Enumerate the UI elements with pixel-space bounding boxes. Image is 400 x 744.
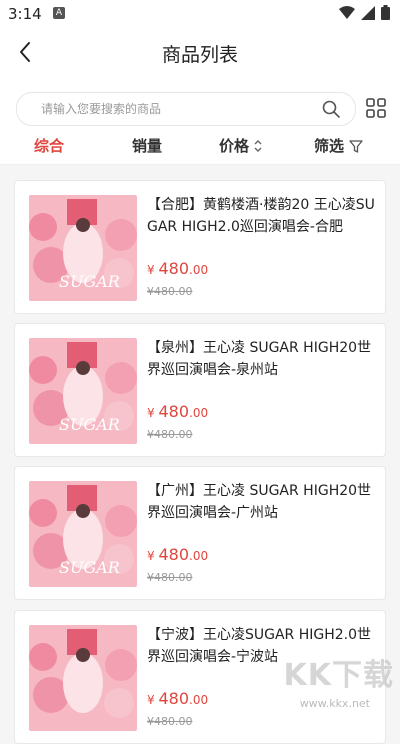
sort-tab-label: 价格 (219, 137, 250, 155)
sort-tab-label: 综合 (34, 137, 65, 155)
price-decimal: .00 (189, 693, 209, 707)
sort-tab-comprehensive[interactable]: 综合 (34, 135, 64, 156)
product-poster-image[interactable]: SUGAR (29, 195, 137, 301)
original-price: ¥480.00 (147, 428, 193, 441)
svg-text:SUGAR: SUGAR (59, 415, 120, 434)
watermark-logo: KK下载 (283, 658, 394, 693)
svg-text:SUGAR: SUGAR (59, 272, 120, 291)
product-title: 【广州】王心凌 SUGAR HIGH20世界巡回演唱会-广州站 (147, 483, 372, 521)
product-price: ¥ 480.00 (147, 545, 208, 564)
wifi-icon (339, 5, 355, 19)
price-symbol: ¥ (147, 263, 155, 277)
search-input[interactable]: 请输入您要搜索的商品 (16, 92, 356, 126)
sort-tab-filter[interactable]: 筛选 (314, 135, 364, 156)
status-bar: 3:14 A (0, 0, 400, 28)
price-symbol: ¥ (147, 406, 155, 420)
top-nav-bar: 商品列表 (0, 28, 400, 80)
product-price: ¥ 480.00 (147, 259, 208, 278)
price-decimal: .00 (189, 263, 209, 277)
price-symbol: ¥ (147, 693, 155, 707)
search-row: 请输入您要搜索的商品 (0, 80, 400, 130)
battery-icon (381, 5, 390, 20)
original-price: ¥480.00 (147, 571, 193, 584)
original-price: ¥480.00 (147, 715, 193, 728)
product-card[interactable]: SUGAR 【合肥】黄鹤楼酒·楼韵20 王心凌SUGAR HIGH2.0巡回演唱… (14, 180, 386, 314)
filter-icon (349, 139, 363, 153)
product-card[interactable]: SUGAR 【泉州】王心凌 SUGAR HIGH20世界巡回演唱会-泉州站 ¥ … (14, 323, 386, 457)
product-poster-image[interactable] (29, 625, 137, 731)
svg-text:SUGAR: SUGAR (59, 558, 120, 577)
grid-view-icon[interactable] (365, 97, 387, 119)
price-decimal: .00 (189, 549, 209, 563)
original-price: ¥480.00 (147, 285, 193, 298)
sort-tab-label: 销量 (132, 137, 163, 155)
price-integer: 480 (158, 259, 190, 278)
app-notification-icon: A (53, 7, 65, 19)
product-card[interactable]: SUGAR 【广州】王心凌 SUGAR HIGH20世界巡回演唱会-广州站 ¥ … (14, 466, 386, 600)
product-title: 【合肥】黄鹤楼酒·楼韵20 王心凌SUGAR HIGH2.0巡回演唱会-合肥 (147, 197, 375, 235)
price-integer: 480 (158, 545, 190, 564)
product-price: ¥ 480.00 (147, 689, 208, 708)
price-decimal: .00 (189, 406, 209, 420)
price-symbol: ¥ (147, 549, 155, 563)
status-icons (339, 5, 390, 20)
search-icon[interactable] (321, 99, 341, 119)
sort-tab-label: 筛选 (314, 137, 345, 155)
price-integer: 480 (158, 402, 190, 421)
sort-tab-price[interactable]: 价格 (219, 135, 263, 156)
product-price: ¥ 480.00 (147, 402, 208, 421)
product-title: 【泉州】王心凌 SUGAR HIGH20世界巡回演唱会-泉州站 (147, 340, 372, 378)
product-poster-image[interactable]: SUGAR (29, 481, 137, 587)
search-placeholder: 请输入您要搜索的商品 (41, 102, 162, 116)
status-time: 3:14 (8, 5, 42, 23)
watermark-url: www.kkx.net (299, 697, 370, 710)
page-title: 商品列表 (161, 44, 238, 66)
sort-updown-icon (254, 139, 262, 152)
product-poster-image[interactable]: SUGAR (29, 338, 137, 444)
sort-bar: 综合 销量 价格 筛选 (0, 130, 400, 165)
price-integer: 480 (158, 689, 190, 708)
sort-tab-sales[interactable]: 销量 (132, 135, 162, 156)
signal-icon (361, 5, 375, 20)
